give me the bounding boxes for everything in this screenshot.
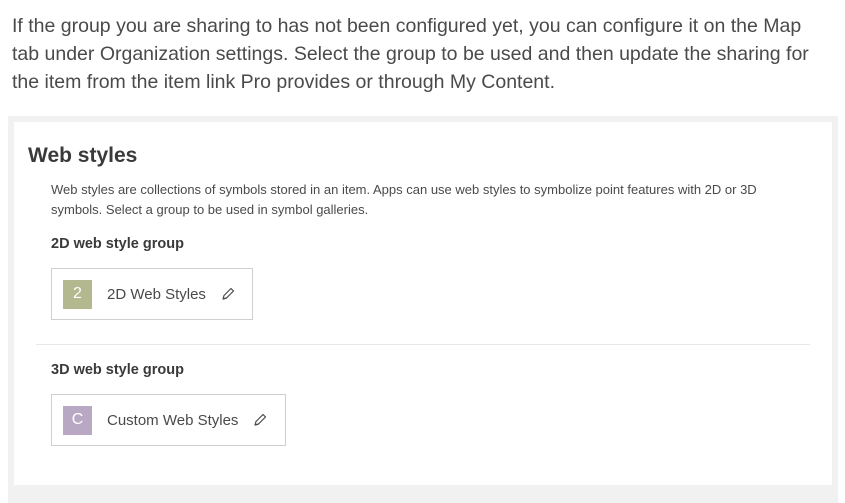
group-name: Custom Web Styles (107, 411, 239, 429)
intro-paragraph: If the group you are sharing to has not … (12, 15, 809, 93)
web-styles-section: Web styles Web styles are collections of… (8, 116, 838, 503)
section-divider (36, 344, 810, 345)
3d-web-style-group-selector[interactable]: C Custom Web Styles (51, 394, 286, 446)
group-name: 2D Web Styles (107, 285, 206, 303)
3d-group-label: 3D web style group (51, 362, 184, 378)
section-title: Web styles (28, 144, 138, 167)
2d-web-style-group-selector[interactable]: 2 2D Web Styles (51, 268, 253, 320)
2d-group-label: 2D web style group (51, 236, 184, 252)
pencil-icon[interactable] (220, 286, 236, 302)
pencil-icon[interactable] (252, 412, 268, 428)
group-thumbnail: 2 (63, 279, 92, 309)
section-description: Web styles are collections of symbols st… (51, 182, 757, 217)
group-thumbnail: C (63, 405, 92, 435)
web-styles-card: Web styles Web styles are collections of… (14, 122, 832, 485)
